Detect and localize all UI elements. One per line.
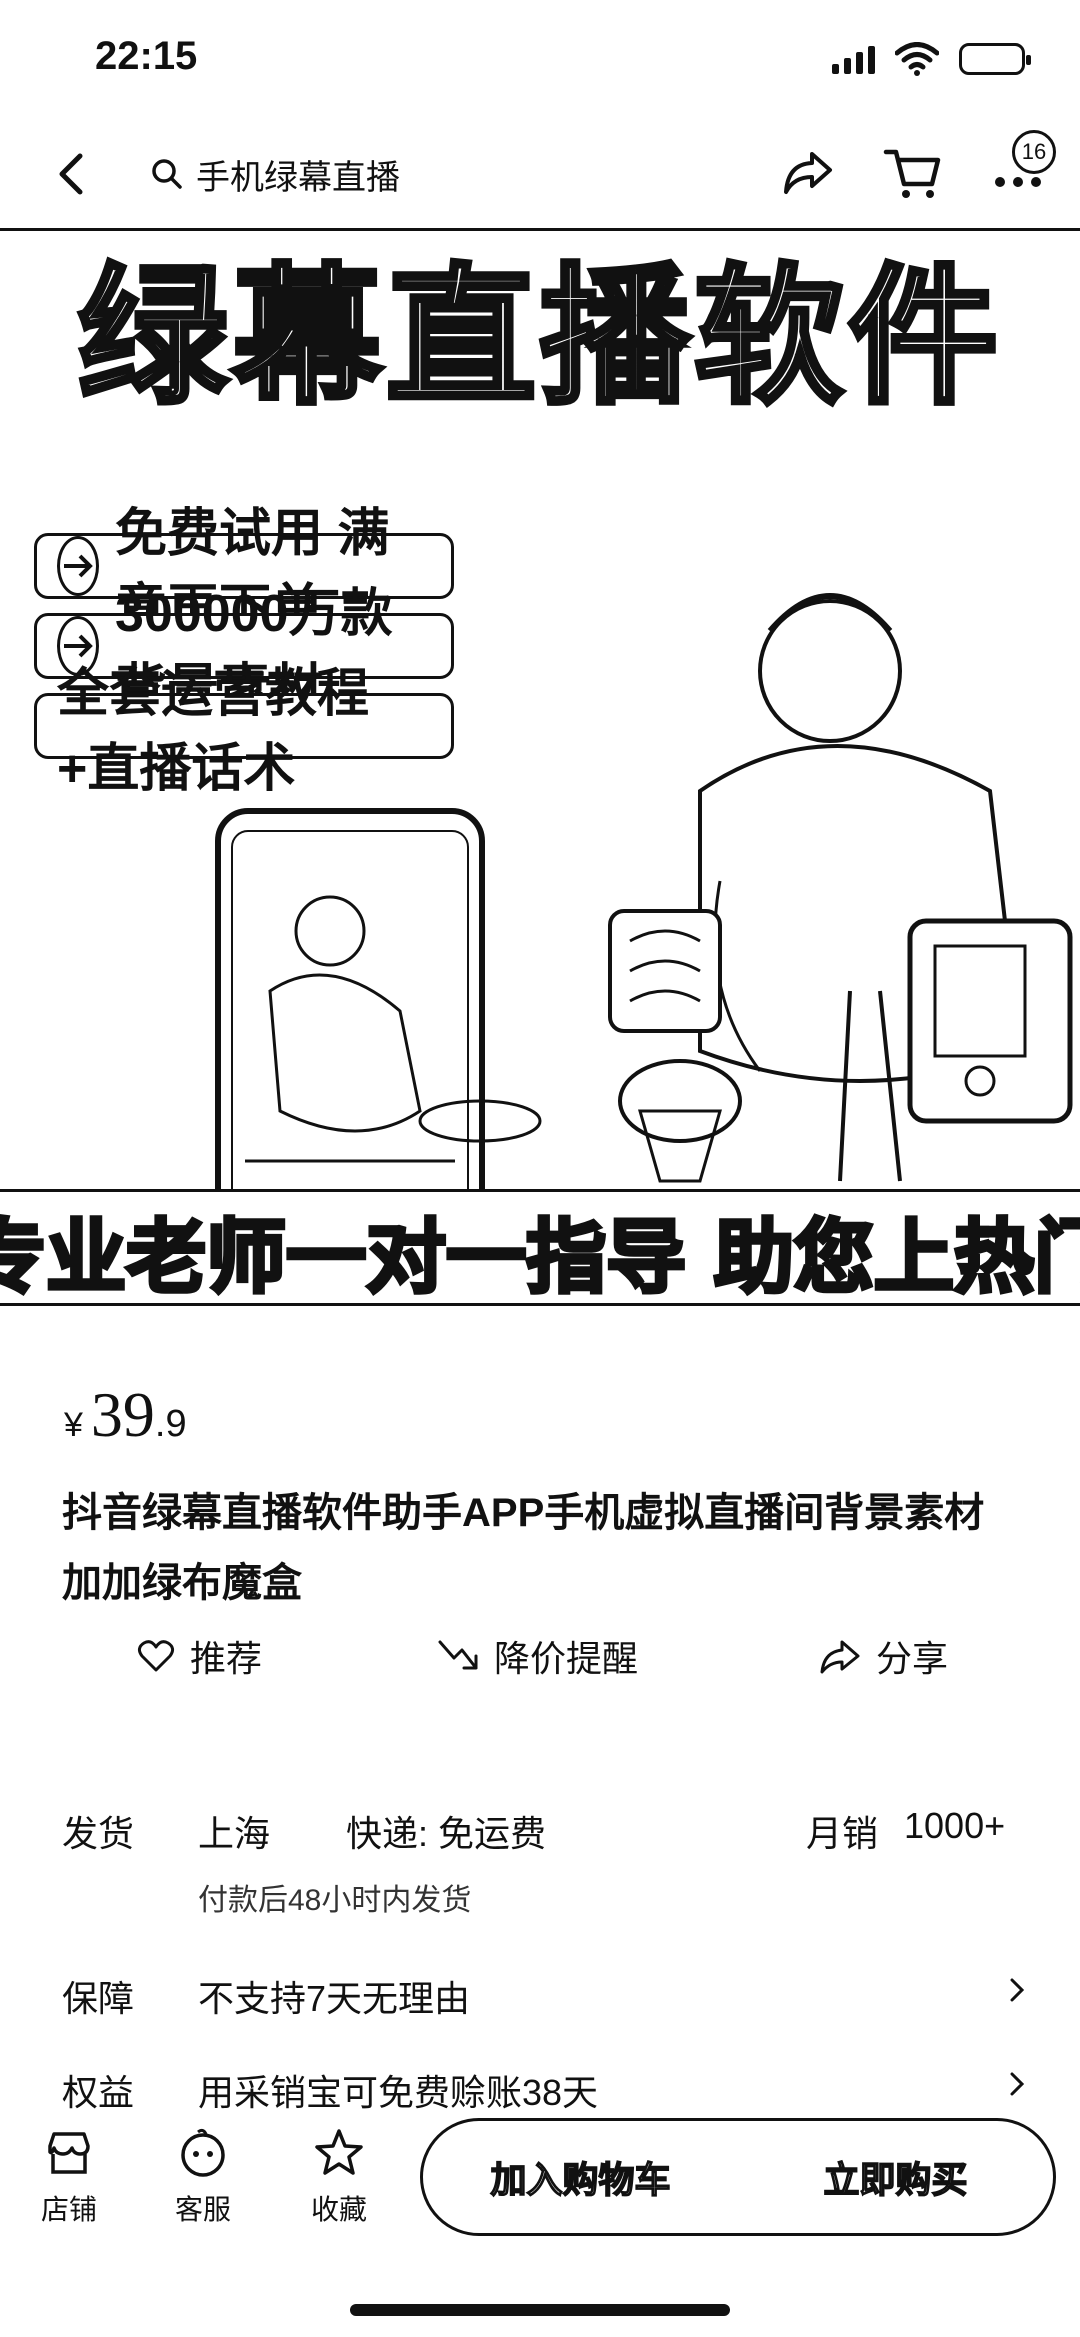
product-image-banner[interactable]: 绿幕直播软件 免费试用 满意再下单 300000万款背景素材 全套运营教程+直播… — [0, 228, 1080, 1306]
price-integer: 39 — [90, 1379, 155, 1450]
message-badge: 16 — [1012, 130, 1056, 174]
share-product-button[interactable]: 分享 — [818, 1630, 948, 1682]
add-to-cart-button[interactable]: 加入购物车 — [423, 2121, 738, 2233]
currency-symbol: ¥ — [64, 1406, 83, 1444]
recommend-button[interactable]: 推荐 — [136, 1630, 262, 1682]
status-icons — [832, 42, 1031, 76]
shipping-from: 上海 — [198, 1813, 271, 1854]
back-icon[interactable] — [50, 144, 90, 204]
product-actions: 推荐 降价提醒 分享 — [0, 1620, 1080, 1700]
search-text: 手机绿幕直播 — [196, 158, 400, 197]
home-indicator[interactable] — [350, 2304, 730, 2316]
shipping-row: 发货 上海 快递: 免运费 月销 1000+ — [62, 1805, 1022, 1855]
guarantee-value: 不支持7天无理由 — [198, 1978, 471, 2019]
share-icon[interactable] — [778, 142, 838, 202]
banner-bottom-strip: 专业老师一对一指导 助您上热门 — [0, 1189, 1080, 1304]
guarantee-row[interactable]: 保障 不支持7天无理由 — [62, 1970, 1025, 2020]
buy-now-button[interactable]: 立即购买 — [738, 2121, 1053, 2233]
store-icon — [48, 2132, 90, 2174]
benefit-label: 权益 — [62, 2072, 135, 2113]
cart-icon[interactable] — [880, 140, 944, 204]
shipping-note-row: 付款后48小时内发货 — [62, 1875, 1022, 1917]
price-decimal: .9 — [154, 1403, 187, 1445]
benefit-value: 用采销宝可免费赊账38天 — [198, 2072, 599, 2113]
search-bar[interactable]: 手机绿幕直播 — [150, 146, 400, 202]
top-nav: 手机绿幕直播 16 — [0, 120, 1080, 228]
shipping-label: 发货 — [62, 1813, 135, 1854]
battery-icon — [959, 43, 1031, 75]
store-button[interactable]: 店铺 — [14, 2126, 124, 2228]
star-icon — [315, 2129, 363, 2175]
recommend-label: 推荐 — [190, 1638, 263, 1679]
chevron-right-icon — [1010, 1978, 1025, 2002]
customer-service-button[interactable]: 客服 — [148, 2126, 258, 2228]
trend-down-icon — [438, 1640, 478, 1670]
express-info: 快递: 免运费 — [346, 1813, 547, 1854]
banner-title: 绿幕直播软件 — [75, 251, 1002, 426]
guarantee-label: 保障 — [62, 1978, 135, 2019]
banner-bottom-text: 专业老师一对一指导 助您上热门 — [0, 1209, 1080, 1304]
bottom-action-bar: 店铺 客服 收藏 加入购物车 立即购买 — [0, 2110, 1080, 2260]
more-button[interactable]: 16 — [986, 130, 1056, 206]
status-time: 22:15 — [95, 34, 198, 78]
signal-icon — [832, 44, 875, 74]
price-alert-label: 降价提醒 — [494, 1638, 639, 1679]
shipping-note: 付款后48小时内发货 — [198, 1884, 472, 1917]
product-title: 抖音绿幕直播软件助手APP手机虚拟直播间背景素材加加绿布魔盒 — [62, 1491, 985, 1605]
service-label: 客服 — [174, 2194, 231, 2225]
store-label: 店铺 — [40, 2194, 97, 2225]
favorite-button[interactable]: 收藏 — [284, 2126, 394, 2228]
favorite-label: 收藏 — [310, 2194, 367, 2225]
monthly-sales-value: 1000+ — [904, 1805, 1006, 1846]
chevron-right-icon — [1010, 2072, 1025, 2096]
arrow-circle-icon — [57, 536, 99, 596]
share-icon — [820, 1640, 860, 1674]
heart-icon — [137, 1640, 175, 1672]
service-face-icon — [181, 2128, 225, 2177]
price-alert-button[interactable]: 降价提醒 — [436, 1630, 638, 1682]
status-bar: 22:15 — [0, 0, 1080, 120]
share-label: 分享 — [876, 1638, 949, 1679]
banner-pill-text: 全套运营教程+直播话术 — [57, 665, 370, 798]
product-price: ¥ 39 .9 — [64, 1378, 187, 1452]
benefit-row[interactable]: 权益 用采销宝可免费赊账38天 — [62, 2064, 1025, 2114]
banner-pill-3: 全套运营教程+直播话术 — [34, 665, 454, 798]
monthly-sales-label: 月销 — [806, 1813, 879, 1854]
search-icon — [152, 159, 182, 189]
purchase-buttons: 加入购物车 立即购买 — [420, 2118, 1056, 2236]
wifi-icon — [895, 42, 939, 76]
